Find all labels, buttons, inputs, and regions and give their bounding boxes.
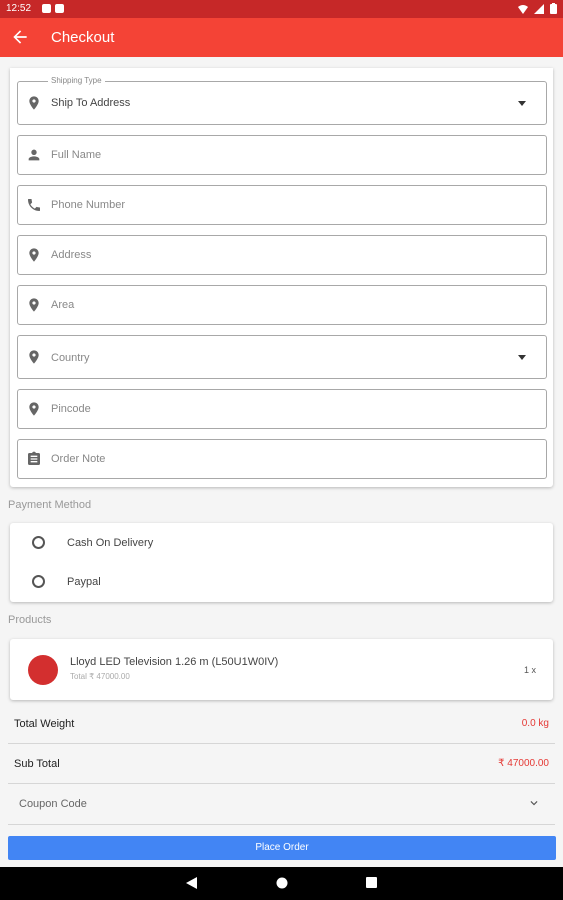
- arrow-back-icon[interactable]: [10, 27, 30, 47]
- shipping-type-value: Ship To Address: [51, 97, 131, 109]
- dropdown-arrow-icon: [518, 355, 526, 360]
- phone-number-placeholder: Phone Number: [51, 199, 125, 211]
- total-weight-row: Total Weight 0.0 kg: [8, 704, 555, 744]
- nav-back-icon[interactable]: [186, 877, 197, 889]
- address-placeholder: Address: [51, 249, 92, 261]
- signal-icon: [534, 3, 544, 14]
- sd-card-icon: [55, 4, 64, 13]
- pincode-placeholder: Pincode: [51, 403, 91, 415]
- coupon-code-label: Coupon Code: [19, 798, 87, 810]
- shipping-type-label: Shipping Type: [48, 76, 105, 85]
- product-list-item[interactable]: Lloyd LED Television 1.26 m (L50U1W0IV) …: [10, 639, 553, 700]
- app-bar: Checkout: [0, 18, 563, 57]
- place-order-button[interactable]: Place Order: [8, 836, 556, 860]
- payment-option-label: Paypal: [67, 576, 101, 588]
- status-bar: 12:52: [0, 0, 563, 18]
- location-pin-icon: [29, 96, 39, 110]
- total-weight-label: Total Weight: [14, 718, 75, 730]
- sub-total-row: Sub Total ₹ 47000.00: [8, 744, 555, 784]
- sub-total-value: ₹ 47000.00: [498, 758, 549, 769]
- chevron-down-icon: [530, 801, 538, 806]
- dropdown-arrow-icon: [518, 101, 526, 106]
- radio-button[interactable]: [32, 575, 45, 588]
- products-heading: Products: [8, 614, 52, 626]
- payment-option-label: Cash On Delivery: [67, 537, 154, 549]
- product-total: Total ₹ 47000.00: [70, 672, 130, 681]
- location-pin-icon: [29, 298, 39, 312]
- nav-home-icon[interactable]: [276, 877, 288, 889]
- full-name-placeholder: Full Name: [51, 149, 102, 161]
- country-placeholder: Country: [51, 352, 90, 364]
- radio-button[interactable]: [32, 536, 45, 549]
- payment-option-cash-on-delivery[interactable]: Cash On Delivery: [10, 524, 553, 562]
- phone-number-field[interactable]: Phone Number: [17, 185, 547, 225]
- sub-total-label: Sub Total: [14, 758, 60, 770]
- system-navigation-bar: [0, 867, 563, 900]
- product-name: Lloyd LED Television 1.26 m (L50U1W0IV): [70, 656, 279, 668]
- status-time: 12:52: [6, 3, 32, 14]
- location-pin-icon: [29, 350, 39, 364]
- coupon-code-expander[interactable]: Coupon Code: [8, 784, 555, 825]
- location-pin-icon: [29, 248, 39, 262]
- notification-icon: [42, 4, 51, 13]
- order-note-placeholder: Order Note: [51, 453, 106, 465]
- address-field[interactable]: Address: [17, 235, 547, 275]
- pincode-field[interactable]: Pincode: [17, 389, 547, 429]
- area-field[interactable]: Area: [17, 285, 547, 325]
- payment-method-heading: Payment Method: [8, 499, 92, 511]
- total-weight-value: 0.0 kg: [521, 718, 549, 729]
- full-name-field[interactable]: Full Name: [17, 135, 547, 175]
- clipboard-icon: [28, 451, 40, 465]
- shipping-type-select[interactable]: Shipping Type Ship To Address: [17, 76, 547, 125]
- nav-recents-icon[interactable]: [366, 877, 377, 888]
- country-select[interactable]: Country: [17, 335, 547, 379]
- area-placeholder: Area: [51, 299, 75, 311]
- product-quantity: 1 x: [523, 665, 536, 675]
- location-pin-icon: [29, 402, 39, 416]
- order-note-field[interactable]: Order Note: [17, 439, 547, 479]
- page-title: Checkout: [51, 29, 115, 46]
- payment-option-paypal[interactable]: Paypal: [10, 563, 553, 601]
- battery-icon: [550, 3, 557, 14]
- phone-icon: [28, 199, 40, 211]
- person-icon: [28, 149, 40, 161]
- product-thumbnail: [28, 655, 58, 685]
- wifi-icon: [518, 4, 528, 14]
